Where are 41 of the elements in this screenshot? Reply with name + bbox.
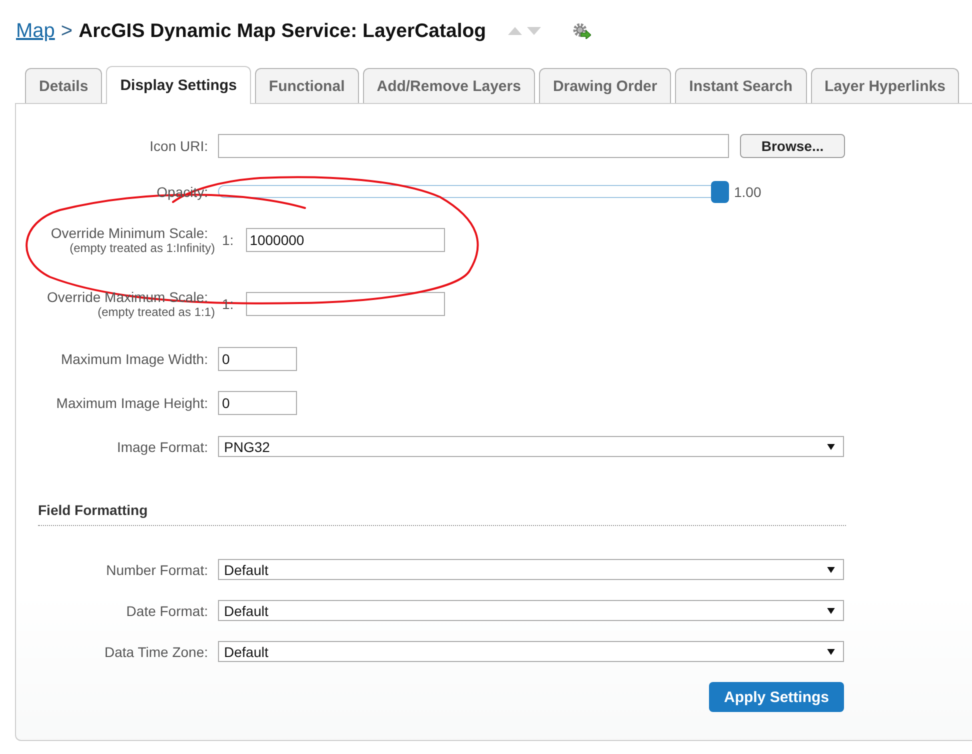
scale-input[interactable] [246,292,445,316]
slider-thumb[interactable] [711,181,729,203]
apply-settings-button[interactable]: Apply Settings [709,682,844,712]
number-input[interactable]: 0 [218,347,297,371]
tab[interactable]: Layer Hyperlinks [810,68,960,103]
dropdown-caret-icon [827,444,835,450]
field-label: Maximum Image Height: [56,395,208,411]
cog-with-arrow-icon[interactable] [572,23,592,39]
field-label: Icon URI: [150,138,208,154]
slider-value: 1.00 [734,184,762,200]
page-title: ArcGIS Dynamic Map Service: LayerCatalog [78,20,486,42]
field-label: Maximum Image Width: [60,351,208,367]
field-hint: (empty treated as 1:1) [98,305,215,319]
tab[interactable]: Instant Search [675,68,807,103]
dropdown[interactable]: Default [218,641,844,662]
field-label: Data Time Zone: [104,644,208,660]
dropdown[interactable]: Default [218,600,844,621]
tab[interactable]: Add/Remove Layers [362,68,535,103]
dropdown-caret-icon [827,648,835,654]
field-hint: (empty treated as 1:Infinity) [70,241,215,255]
tab[interactable]: Drawing Order [538,68,672,103]
dropdown-caret-icon [827,608,835,614]
number-input[interactable]: 0 [218,391,297,415]
browse-button[interactable]: Browse... [740,134,845,158]
section-heading: Field Formatting [38,502,846,526]
opacity-slider[interactable] [218,181,729,203]
dropdown[interactable]: Default [218,559,844,580]
breadcrumb-link[interactable]: Map [16,20,55,42]
field-label: Number Format: [106,562,208,578]
scale-prefix: 1: [222,232,234,248]
field-label: Image Format: [116,438,208,454]
field-label: Override Minimum Scale: [50,225,208,241]
tab[interactable]: Display Settings [106,66,251,104]
scale-input[interactable]: 1000000 [246,228,445,252]
uri-input[interactable] [218,134,729,158]
tab[interactable]: Functional [254,68,359,103]
dropdown[interactable]: PNG32 [218,436,844,457]
breadcrumb-separator: > [60,20,73,42]
dropdown-caret-icon [827,566,835,572]
tab[interactable]: Details [25,68,102,103]
field-label: Date Format: [126,602,208,618]
